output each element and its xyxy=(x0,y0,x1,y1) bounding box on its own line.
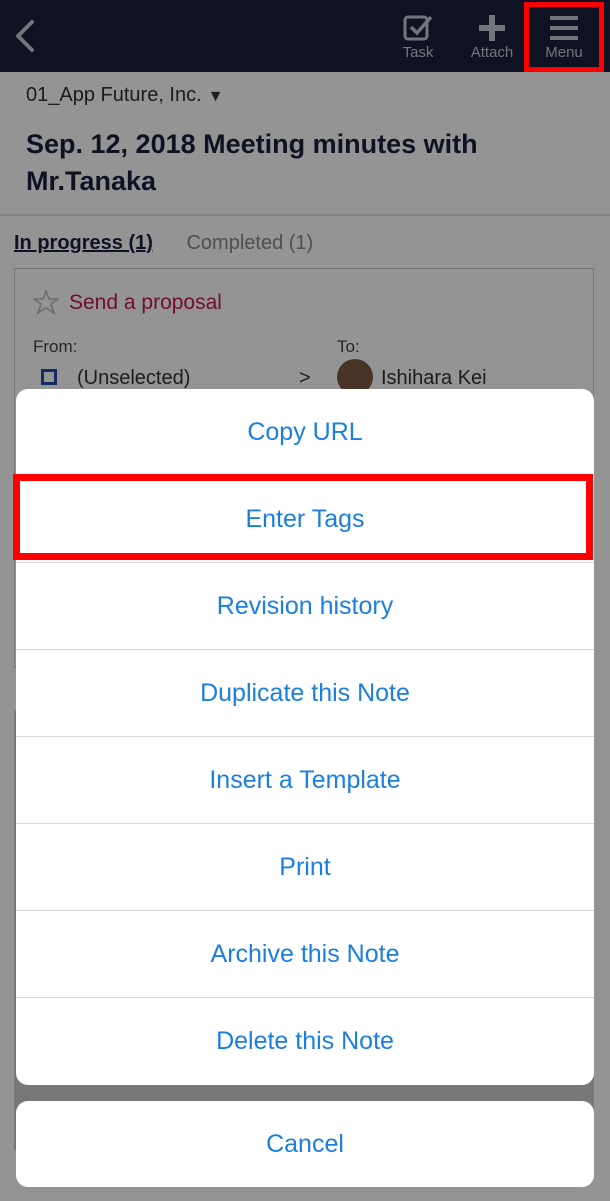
revision-history-button[interactable]: Revision history xyxy=(16,563,594,650)
print-button[interactable]: Print xyxy=(16,824,594,911)
insert-template-button[interactable]: Insert a Template xyxy=(16,737,594,824)
menu-button-highlight xyxy=(524,2,604,72)
cancel-button[interactable]: Cancel xyxy=(16,1101,594,1187)
copy-url-button[interactable]: Copy URL xyxy=(16,389,594,476)
action-sheet: Copy URL Enter Tags Revision history Dup… xyxy=(16,389,594,1085)
delete-note-button[interactable]: Delete this Note xyxy=(16,998,594,1085)
archive-note-button[interactable]: Archive this Note xyxy=(16,911,594,998)
duplicate-note-button[interactable]: Duplicate this Note xyxy=(16,650,594,737)
enter-tags-button[interactable]: Enter Tags xyxy=(16,476,594,563)
